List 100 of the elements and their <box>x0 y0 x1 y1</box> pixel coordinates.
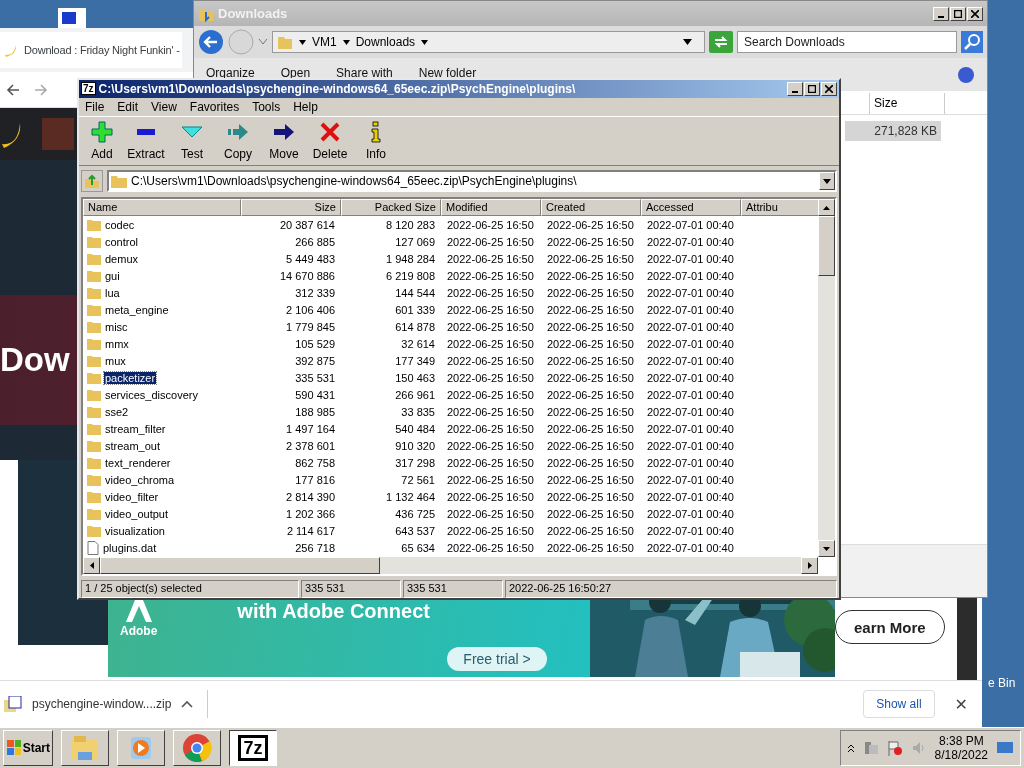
file-name[interactable]: text_renderer <box>104 456 172 469</box>
chevron-up-icon[interactable] <box>181 700 194 708</box>
address-bar[interactable]: VM1 Downloads <box>272 31 705 53</box>
file-name[interactable]: video_filter <box>104 490 160 503</box>
toolbar-button[interactable]: Add <box>83 119 121 161</box>
menu-item[interactable]: Help <box>293 99 318 114</box>
table-cell-text: 2022-06-25 16:50 <box>446 388 535 401</box>
selected-row[interactable]: 271,828 KB <box>845 121 941 141</box>
flag-icon[interactable] <box>886 740 903 756</box>
taskbar-app-button[interactable] <box>173 730 221 766</box>
file-name[interactable]: gui <box>104 269 121 282</box>
table-cell-text: 2022-07-01 00:40 <box>646 507 735 520</box>
monitor-icon[interactable] <box>996 740 1014 756</box>
column-header[interactable]: Packed Size <box>341 199 441 217</box>
taskbar-app-button[interactable] <box>61 730 109 766</box>
table-cell-text: 1 779 845 <box>285 320 336 333</box>
learn-more-button[interactable]: earn More <box>835 610 945 644</box>
file-name[interactable]: mux <box>104 354 127 367</box>
back-button[interactable] <box>198 29 224 55</box>
trial-button[interactable]: Free trial > <box>447 647 547 671</box>
file-name[interactable]: mmx <box>104 337 130 350</box>
table-cell-text: 2022-06-25 16:50 <box>546 507 635 520</box>
file-name[interactable]: video_chroma <box>104 473 176 486</box>
search-icon[interactable] <box>961 31 983 53</box>
back-arrow-icon[interactable] <box>6 82 20 97</box>
file-name[interactable]: services_discovery <box>104 388 199 401</box>
path-field[interactable]: C:\Users\vm1\Downloads\psychengine-windows64_65eec.zip\PsychEngine\plugins\ <box>107 170 837 193</box>
column-header[interactable]: Created <box>541 199 641 217</box>
dropdown-caret-icon[interactable] <box>683 39 692 45</box>
file-name[interactable]: stream_out <box>104 439 162 452</box>
chevron-up-icon[interactable] <box>846 743 855 753</box>
file-name[interactable]: meta_engine <box>104 303 170 316</box>
show-all-button[interactable]: Show all <box>863 690 935 718</box>
toolbar-command[interactable]: Open <box>280 66 311 80</box>
file-name[interactable]: packetizer <box>104 371 157 384</box>
file-name[interactable]: control <box>104 235 140 248</box>
file-name[interactable]: misc <box>104 320 129 333</box>
file-name[interactable]: demux <box>104 252 140 265</box>
search-field[interactable]: Search Downloads <box>737 31 957 53</box>
toolbar-command[interactable]: Organize <box>206 66 255 80</box>
menu-item[interactable]: Favorites <box>189 99 240 114</box>
table-cell-text: 32 614 <box>400 337 436 350</box>
browser-tab[interactable]: Download : Friday Night Funkin' - <box>0 32 182 68</box>
toolbar-button[interactable]: Move <box>263 119 305 161</box>
file-name[interactable]: stream_filter <box>104 422 167 435</box>
table-cell-text: 2022-06-25 16:50 <box>446 371 535 384</box>
toolbar-button[interactable]: Copy <box>217 119 259 161</box>
toolbar-command[interactable]: New folder <box>418 66 477 80</box>
folder-icon <box>87 354 101 368</box>
table-cell-text: 2022-06-25 16:50 <box>546 371 635 384</box>
toolbar-button[interactable]: Test <box>171 119 213 161</box>
horizontal-scrollbar[interactable] <box>83 557 818 575</box>
column-header[interactable]: Modified <box>441 199 541 217</box>
file-name[interactable]: plugins.dat <box>102 541 158 554</box>
minimize-button[interactable] <box>787 81 803 96</box>
menu-item[interactable]: File <box>85 99 105 114</box>
toolbar-button[interactable]: Delete <box>309 119 351 161</box>
scroll-thumb[interactable] <box>100 557 380 575</box>
start-button[interactable]: Start <box>3 730 53 766</box>
column-header[interactable]: Name <box>83 199 241 217</box>
close-button[interactable] <box>821 81 837 96</box>
table-cell-text: 2 814 390 <box>285 490 336 503</box>
toolbar-button[interactable]: Extract <box>125 119 167 161</box>
menu-item[interactable]: Tools <box>252 99 281 114</box>
file-name[interactable]: codec <box>104 218 136 231</box>
menu-item[interactable]: View <box>151 99 177 114</box>
breadcrumb-item[interactable]: Downloads <box>355 35 416 49</box>
file-icon <box>87 540 99 555</box>
table-cell-text: 2022-07-01 00:40 <box>646 235 735 248</box>
column-header[interactable]: Size <box>241 199 341 217</box>
maximize-button[interactable] <box>804 81 820 96</box>
file-name[interactable]: lua <box>104 286 121 299</box>
refresh-button[interactable] <box>709 31 733 53</box>
table-cell-text: 540 484 <box>394 422 436 435</box>
table-cell-text: 2022-06-25 16:50 <box>546 337 635 350</box>
column-header[interactable]: Accessed <box>641 199 741 217</box>
dropdown-button[interactable] <box>819 172 835 191</box>
scroll-thumb[interactable] <box>818 216 835 277</box>
close-button[interactable]: ✕ <box>948 693 974 715</box>
column-header[interactable]: Size <box>869 93 945 114</box>
close-button[interactable] <box>967 6 983 21</box>
file-name[interactable]: visualization <box>104 524 166 537</box>
menu-item[interactable]: Edit <box>117 99 139 114</box>
table-cell-text: 266 885 <box>294 235 336 248</box>
vertical-scrollbar[interactable] <box>818 199 835 558</box>
table-cell-text: 862 758 <box>294 456 336 469</box>
minimize-button[interactable] <box>933 6 949 21</box>
toolbar-button[interactable]: Info <box>355 119 397 161</box>
brand-name: Adobe <box>120 624 158 638</box>
status-text: 335 531 <box>301 580 401 598</box>
taskbar-app-button[interactable]: 7z <box>229 730 277 766</box>
file-name[interactable]: sse2 <box>104 405 130 418</box>
toolbar-command[interactable]: Share with <box>336 66 393 80</box>
download-file-name[interactable]: psychengine-window....zip <box>32 697 172 711</box>
file-name[interactable]: video_output <box>104 507 169 520</box>
folder-icon <box>111 174 127 189</box>
maximize-button[interactable] <box>950 6 966 21</box>
taskbar-app-button[interactable] <box>117 730 165 766</box>
column-header[interactable]: Attribu <box>741 199 818 217</box>
breadcrumb-item[interactable]: VM1 <box>312 35 337 49</box>
